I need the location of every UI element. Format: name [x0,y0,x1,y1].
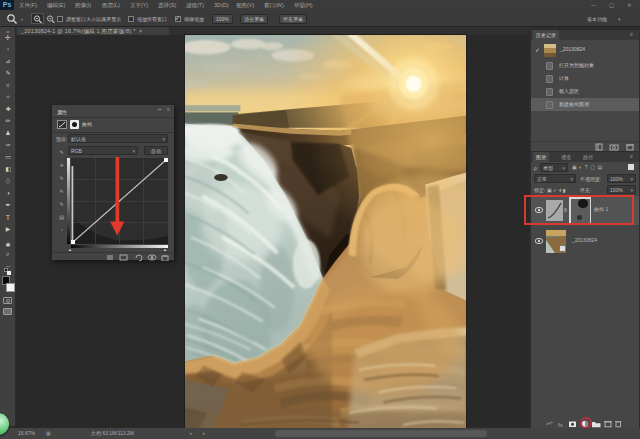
svg-text:fx: fx [558,422,563,428]
